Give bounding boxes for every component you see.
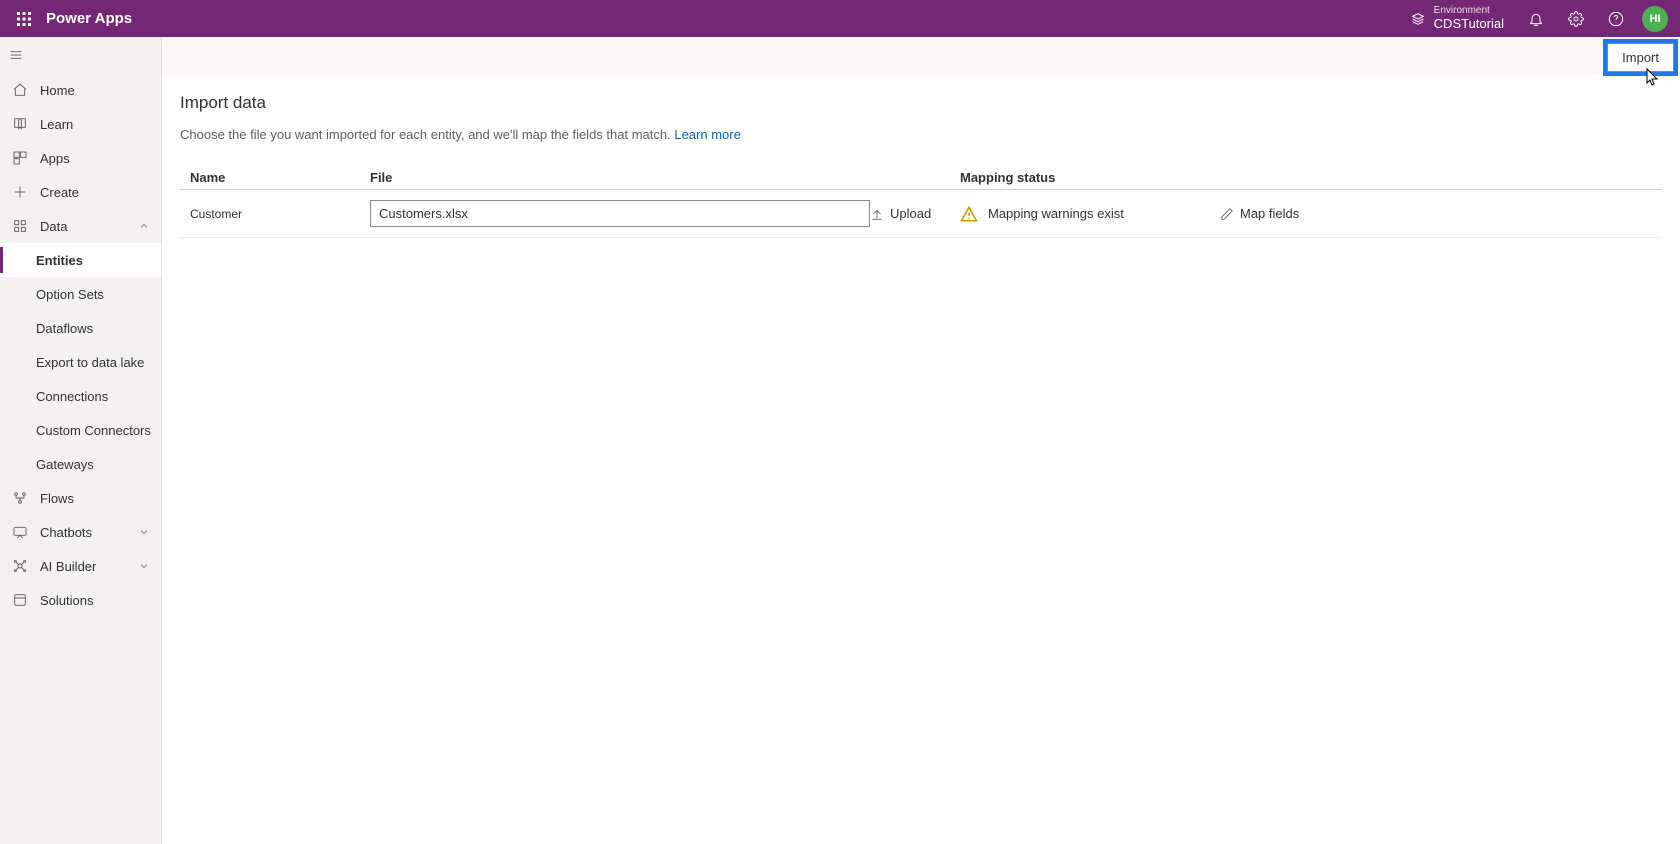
mapping-status-text: Mapping warnings exist: [988, 206, 1124, 221]
command-bar: Import: [162, 37, 1680, 73]
nav-subitem-dataflows[interactable]: Dataflows: [0, 311, 161, 345]
content-panel: Import data Choose the file you want imp…: [162, 73, 1680, 844]
col-header-status: Mapping status: [960, 170, 1220, 185]
col-header-file: File: [370, 170, 870, 185]
nav-item-home[interactable]: Home: [0, 73, 161, 107]
nav-label: Option Sets: [36, 287, 104, 302]
main-area: Import Import data Choose the file you w…: [162, 37, 1680, 844]
nav-label: Dataflows: [36, 321, 93, 336]
apps-icon: [12, 150, 28, 166]
upload-button[interactable]: Upload: [870, 206, 960, 221]
nav-item-chatbots[interactable]: Chatbots: [0, 515, 161, 549]
data-icon: [12, 218, 28, 234]
upload-icon: [870, 207, 884, 221]
chevron-down-icon: [137, 560, 151, 572]
import-button-highlight: Import: [1603, 39, 1678, 76]
nav-label: Flows: [40, 491, 151, 506]
nav-item-flows[interactable]: Flows: [0, 481, 161, 515]
page-description: Choose the file you want imported for ea…: [180, 127, 1662, 142]
nav-label: Data: [40, 219, 125, 234]
nav-label: Connections: [36, 389, 108, 404]
nav-label: Custom Connectors: [36, 423, 151, 438]
environment-label: Environment: [1434, 5, 1504, 17]
nav-item-apps[interactable]: Apps: [0, 141, 161, 175]
user-avatar[interactable]: HI: [1642, 6, 1668, 32]
nav-item-ai-builder[interactable]: AI Builder: [0, 549, 161, 583]
nav-subitem-connections[interactable]: Connections: [0, 379, 161, 413]
home-icon: [12, 82, 28, 98]
mapping-status: Mapping warnings exist: [960, 205, 1220, 223]
nav-label: Create: [40, 185, 151, 200]
flows-icon: [12, 490, 28, 506]
map-fields-button[interactable]: Map fields: [1220, 206, 1662, 221]
solutions-icon: [12, 592, 28, 608]
hamburger-icon: [8, 47, 24, 63]
nav-label: AI Builder: [40, 559, 125, 574]
col-header-name: Name: [180, 170, 370, 185]
nav-label: Home: [40, 83, 151, 98]
nav-subitem-option-sets[interactable]: Option Sets: [0, 277, 161, 311]
page-description-text: Choose the file you want imported for ea…: [180, 127, 674, 142]
app-shell: Home Learn Apps Create Data Entities Opt…: [0, 37, 1680, 844]
left-nav: Home Learn Apps Create Data Entities Opt…: [0, 37, 162, 844]
notifications-icon[interactable]: [1516, 0, 1556, 37]
ai-builder-icon: [12, 558, 28, 574]
edit-icon: [1220, 207, 1234, 221]
environment-name: CDSTutorial: [1434, 17, 1504, 32]
col-header-map-spacer: [1220, 170, 1662, 185]
learn-icon: [12, 116, 28, 132]
environment-icon: [1410, 11, 1426, 27]
nav-label: Export to data lake: [36, 355, 144, 370]
nav-collapse-toggle[interactable]: [0, 37, 161, 73]
plus-icon: [12, 184, 28, 200]
nav-label: Gateways: [36, 457, 94, 472]
nav-label: Solutions: [40, 593, 151, 608]
environment-text: Environment CDSTutorial: [1434, 5, 1504, 31]
map-fields-label: Map fields: [1240, 206, 1299, 221]
col-header-upload-spacer: [870, 170, 960, 185]
grid-header-row: Name File Mapping status: [180, 170, 1662, 190]
nav-subitem-export-lake[interactable]: Export to data lake: [0, 345, 161, 379]
nav-subitem-custom-connectors[interactable]: Custom Connectors: [0, 413, 161, 447]
nav-item-solutions[interactable]: Solutions: [0, 583, 161, 617]
chatbots-icon: [12, 524, 28, 540]
upload-label: Upload: [890, 206, 931, 221]
grid-row: Customer Upload Mapping warnings ex: [180, 190, 1662, 238]
nav-label: Entities: [36, 253, 83, 268]
nav-subitem-entities[interactable]: Entities: [0, 243, 161, 277]
settings-icon[interactable]: [1556, 0, 1596, 37]
import-grid: Name File Mapping status Customer Upload: [180, 170, 1662, 238]
import-button[interactable]: Import: [1607, 43, 1674, 72]
chevron-up-icon: [137, 220, 151, 232]
app-title: Power Apps: [46, 10, 132, 27]
nav-item-create[interactable]: Create: [0, 175, 161, 209]
file-name-input[interactable]: [370, 200, 870, 227]
learn-more-link[interactable]: Learn more: [674, 127, 740, 142]
warning-icon: [960, 205, 978, 223]
page-title: Import data: [180, 93, 1662, 113]
nav-label: Learn: [40, 117, 151, 132]
app-launcher-icon[interactable]: [6, 0, 42, 37]
nav-subitem-gateways[interactable]: Gateways: [0, 447, 161, 481]
nav-label: Chatbots: [40, 525, 125, 540]
app-header: Power Apps Environment CDSTutorial HI: [0, 0, 1680, 37]
chevron-down-icon: [137, 526, 151, 538]
nav-label: Apps: [40, 151, 151, 166]
environment-picker[interactable]: Environment CDSTutorial: [1398, 5, 1516, 31]
row-entity-name: Customer: [180, 207, 370, 221]
nav-item-learn[interactable]: Learn: [0, 107, 161, 141]
nav-item-data[interactable]: Data: [0, 209, 161, 243]
help-icon[interactable]: [1596, 0, 1636, 37]
